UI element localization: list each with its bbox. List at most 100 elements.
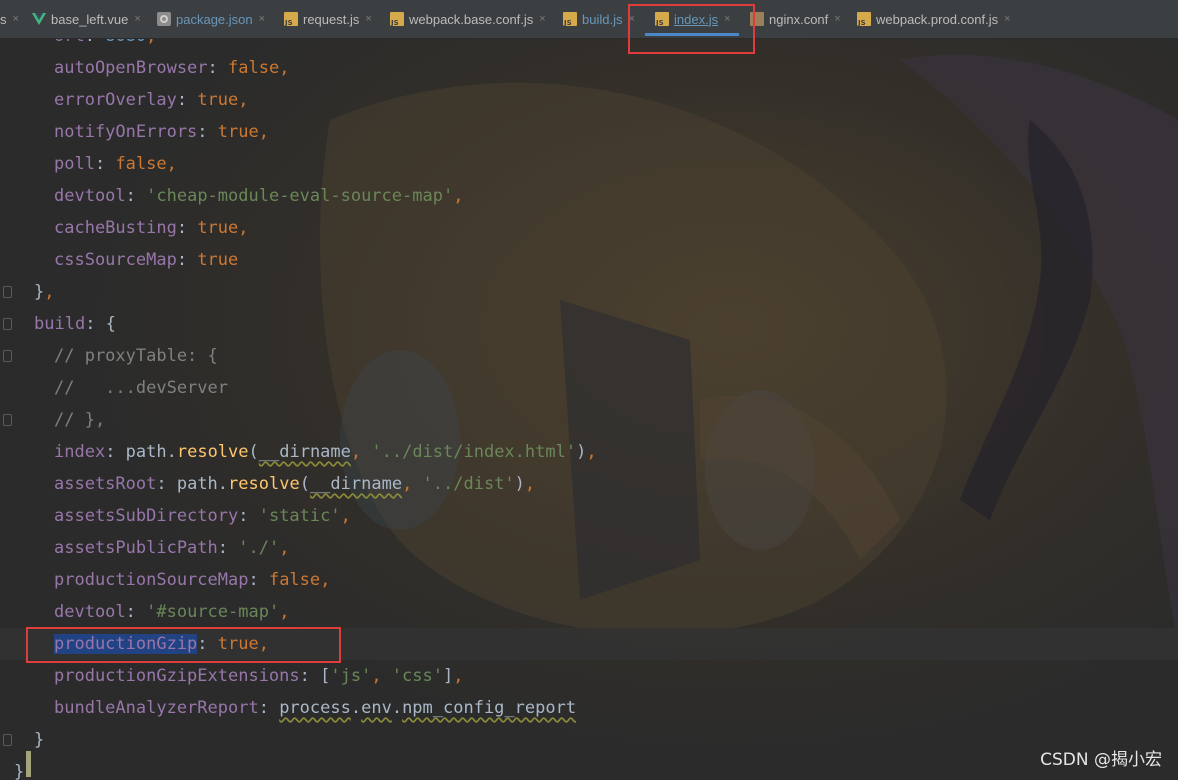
code-token: poll: [54, 154, 95, 174]
close-icon[interactable]: ×: [365, 13, 371, 25]
code-line[interactable]: bundleAnalyzerReport: process.env.npm_co…: [0, 692, 1178, 724]
code-line[interactable]: poll: false,: [0, 148, 1178, 180]
close-icon[interactable]: ×: [259, 13, 265, 25]
code-token: :: [207, 58, 229, 78]
code-token: ,: [340, 506, 351, 526]
code-line[interactable]: // ...devServer: [0, 372, 1178, 404]
code-line[interactable]: assetsRoot: path.resolve(__dirname, '../…: [0, 468, 1178, 500]
code-line[interactable]: cacheBusting: true,: [0, 212, 1178, 244]
code-token: resolve: [176, 442, 249, 462]
code-token: bundleAnalyzerReport: [54, 698, 259, 718]
code-line[interactable]: notifyOnErrors: true,: [0, 116, 1178, 148]
code-line[interactable]: devtool: 'cheap-module-eval-source-map',: [0, 180, 1178, 212]
close-icon[interactable]: ×: [1004, 13, 1010, 25]
close-icon[interactable]: ×: [539, 13, 545, 25]
code-token: false,: [228, 58, 290, 78]
fold-marker-icon[interactable]: [3, 414, 12, 426]
code-token: :: [125, 602, 147, 622]
code-token: ): [514, 474, 525, 494]
code-line[interactable]: productionSourceMap: false,: [0, 564, 1178, 596]
close-icon[interactable]: ×: [834, 13, 840, 25]
code-token: // ...devServer: [54, 378, 228, 398]
code-token: '../dist': [422, 474, 515, 494]
tab-label: package.json: [176, 11, 253, 27]
code-token: (: [248, 442, 259, 462]
code-token: true,: [217, 122, 269, 142]
code-token: '#source-map': [146, 602, 280, 622]
tab-request-js[interactable]: request.js ×: [284, 0, 372, 38]
code-line[interactable]: assetsPublicPath: './',: [0, 532, 1178, 564]
tab-label: build.js: [582, 11, 623, 27]
code-line[interactable]: productionGzipExtensions: ['js', 'css'],: [0, 660, 1178, 692]
code-line[interactable]: index: path.resolve(__dirname, '../dist/…: [0, 436, 1178, 468]
code-token: ,: [524, 474, 536, 494]
js-file-icon: [563, 12, 577, 27]
code-line[interactable]: assetsSubDirectory: 'static',: [0, 500, 1178, 532]
code-line[interactable]: // proxyTable: {: [0, 340, 1178, 372]
fold-marker-icon[interactable]: [3, 350, 12, 362]
code-token: productionGzipExtensions: [54, 666, 300, 686]
code-token: (: [299, 474, 310, 494]
code-token: }: [34, 730, 45, 750]
code-line[interactable]: }: [0, 724, 1178, 756]
code-line[interactable]: },: [0, 276, 1178, 308]
fold-marker-icon[interactable]: [3, 318, 12, 330]
tab-nginx-conf[interactable]: nginx.conf ×: [750, 0, 841, 38]
code-token: // proxyTable: {: [54, 346, 218, 366]
code-token: ,: [44, 282, 55, 302]
tab-base-left-vue[interactable]: base_left.vue ×: [32, 0, 141, 38]
code-token: true,: [197, 90, 249, 110]
code-token: :: [258, 698, 280, 718]
close-icon[interactable]: ×: [13, 13, 19, 25]
code-token: ,: [279, 538, 290, 558]
code-token: resolve: [228, 474, 300, 494]
tab-build-js[interactable]: build.js ×: [563, 0, 635, 38]
code-token: : {: [85, 314, 116, 334]
tab-label: nginx.conf: [769, 11, 829, 27]
code-editor[interactable]: ort: 8080,autoOpenBrowser: false,errorOv…: [0, 26, 1178, 780]
fold-marker-icon[interactable]: [3, 734, 12, 746]
code-token: assetsSubDirectory: [54, 506, 239, 526]
code-token: path.: [125, 442, 177, 462]
code-token: .: [350, 698, 362, 718]
code-token: :: [176, 250, 198, 270]
code-token: false,: [115, 154, 177, 174]
tab-webpack-base-conf-js[interactable]: webpack.base.conf.js ×: [390, 0, 546, 38]
js-file-icon: [284, 12, 298, 27]
tab-label: webpack.prod.conf.js: [876, 11, 999, 27]
code-line[interactable]: errorOverlay: true,: [0, 84, 1178, 116]
code-line[interactable]: }: [0, 756, 1178, 780]
code-token: assetsPublicPath: [54, 538, 218, 558]
tab-webpack-prod-conf-js[interactable]: webpack.prod.conf.js ×: [857, 0, 1011, 38]
code-token: false,: [268, 570, 331, 590]
code-line[interactable]: devtool: '#source-map',: [0, 596, 1178, 628]
code-token: ,: [371, 666, 392, 686]
code-token: ,: [279, 602, 290, 622]
code-token: :: [94, 154, 116, 174]
tab-package-json[interactable]: package.json ×: [157, 0, 265, 38]
code-token: devtool: [54, 186, 126, 206]
code-token: :: [105, 442, 126, 462]
code-token: :: [197, 122, 218, 142]
code-token: ,: [586, 442, 597, 462]
code-line[interactable]: // },: [0, 404, 1178, 436]
code-token: ,: [350, 442, 372, 462]
tab-label: request.js: [303, 11, 360, 27]
code-line[interactable]: autoOpenBrowser: false,: [0, 52, 1178, 84]
code-line[interactable]: build: {: [0, 308, 1178, 340]
code-token: ]: [442, 666, 454, 686]
code-token: errorOverlay: [54, 90, 177, 110]
tab-truncated[interactable]: s ×: [0, 0, 19, 38]
code-token: true,: [197, 218, 249, 238]
editor-tab-bar: s × base_left.vue × package.json × reque…: [0, 0, 1178, 39]
code-line[interactable]: cssSourceMap: true: [0, 244, 1178, 276]
fold-marker-icon[interactable]: [3, 286, 12, 298]
code-token: './': [238, 538, 280, 558]
code-token: autoOpenBrowser: [54, 58, 208, 78]
close-icon[interactable]: ×: [134, 13, 140, 25]
code-token: 'static': [258, 506, 341, 526]
code-token: cacheBusting: [54, 218, 177, 238]
code-token: :: [248, 570, 269, 590]
code-token: __dirname: [258, 442, 351, 462]
js-file-icon: [390, 12, 404, 27]
